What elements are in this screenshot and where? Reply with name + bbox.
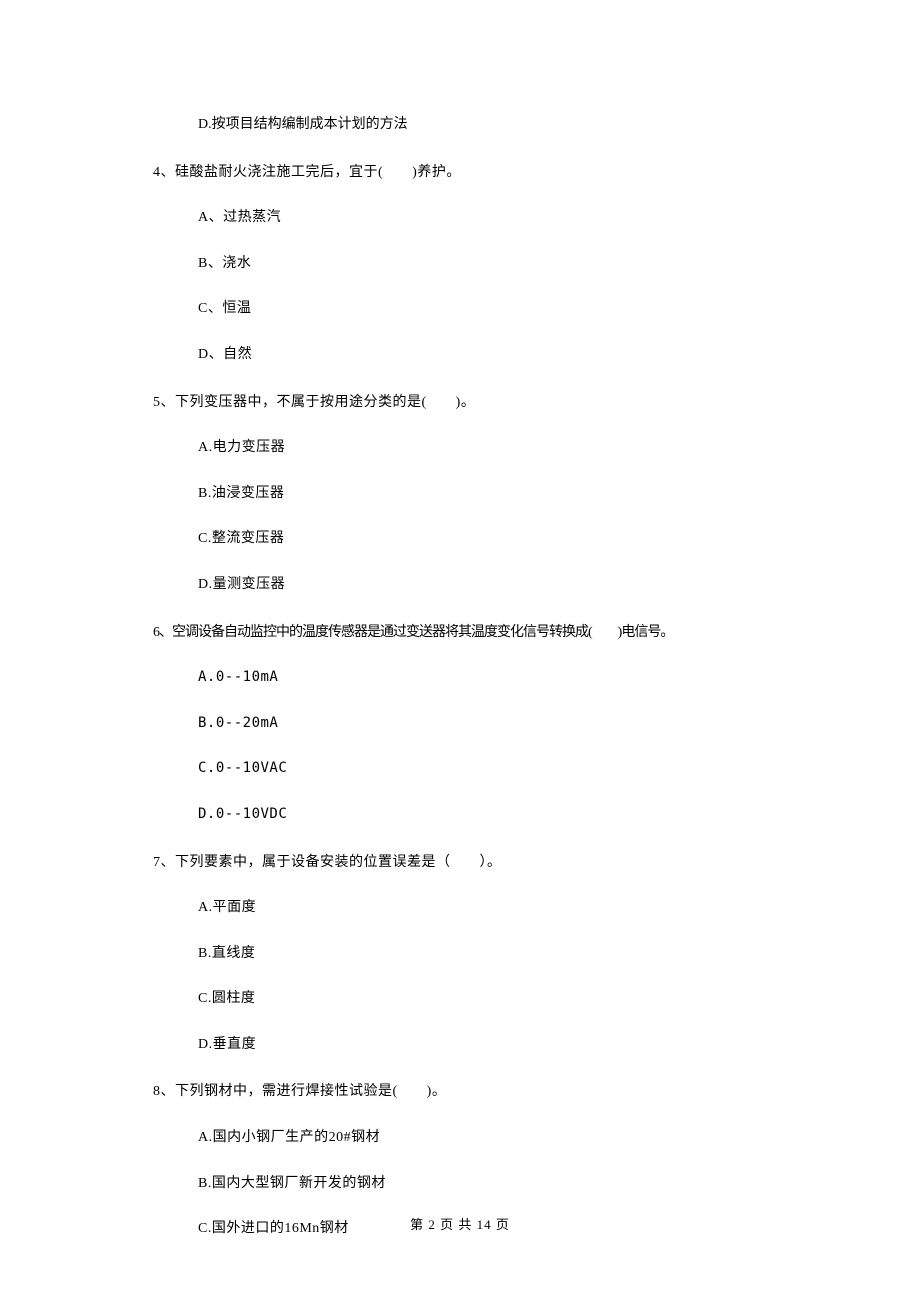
option-b: B.直线度 bbox=[153, 944, 787, 964]
option-b: B.国内大型钢厂新开发的钢材 bbox=[153, 1174, 787, 1194]
option-a: A.电力变压器 bbox=[153, 438, 787, 458]
previous-question-option: D.按项目结构编制成本计划的方法 bbox=[153, 115, 787, 135]
page-content: D.按项目结构编制成本计划的方法 4、硅酸盐耐火浇注施工完后，宜于( )养护。 … bbox=[0, 0, 920, 1239]
option-a: A.平面度 bbox=[153, 898, 787, 918]
question-number: 6 bbox=[153, 625, 159, 640]
question-4: 4、硅酸盐耐火浇注施工完后，宜于( )养护。 A、过热蒸汽 B、浇水 C、恒温 … bbox=[153, 163, 787, 365]
option-d: D.0--10VDC bbox=[153, 805, 787, 825]
question-stem: 硅酸盐耐火浇注施工完后，宜于( )养护。 bbox=[175, 165, 461, 180]
option-c: C.0--10VAC bbox=[153, 759, 787, 779]
option-b: B.油浸变压器 bbox=[153, 484, 787, 504]
page-footer: 第 2 页 共 14 页 bbox=[0, 1214, 920, 1233]
option-d: D、自然 bbox=[153, 345, 787, 365]
option-c: C、恒温 bbox=[153, 299, 787, 319]
question-number: 8 bbox=[153, 1084, 161, 1099]
question-stem: 下列钢材中，需进行焊接性试验是( )。 bbox=[175, 1084, 446, 1099]
option-a: A、过热蒸汽 bbox=[153, 208, 787, 228]
question-stem: 下列变压器中，不属于按用途分类的是( )。 bbox=[175, 395, 475, 410]
option-d: D.垂直度 bbox=[153, 1035, 787, 1055]
question-6: 6、空调设备自动监控中的温度传感器是通过变送器将其温度变化信号转换成( )电信号… bbox=[153, 623, 787, 825]
option-b: B.0--20mA bbox=[153, 714, 787, 734]
option-a: A.国内小钢厂生产的20#钢材 bbox=[153, 1128, 787, 1148]
question-text: 6、空调设备自动监控中的温度传感器是通过变送器将其温度变化信号转换成( )电信号… bbox=[153, 623, 787, 643]
question-text: 7、下列要素中，属于设备安装的位置误差是（ ）。 bbox=[153, 853, 787, 873]
question-7: 7、下列要素中，属于设备安装的位置误差是（ ）。 A.平面度 B.直线度 C.圆… bbox=[153, 853, 787, 1055]
option-b: B、浇水 bbox=[153, 254, 787, 274]
question-number: 4 bbox=[153, 165, 161, 180]
question-text: 5、下列变压器中，不属于按用途分类的是( )。 bbox=[153, 393, 787, 413]
option-c: C.整流变压器 bbox=[153, 529, 787, 549]
question-5: 5、下列变压器中，不属于按用途分类的是( )。 A.电力变压器 B.油浸变压器 … bbox=[153, 393, 787, 595]
option-a: A.0--10mA bbox=[153, 668, 787, 688]
question-stem: 下列要素中，属于设备安装的位置误差是（ ）。 bbox=[175, 855, 502, 870]
option-d: D.量测变压器 bbox=[153, 575, 787, 595]
question-text: 4、硅酸盐耐火浇注施工完后，宜于( )养护。 bbox=[153, 163, 787, 183]
question-number: 5 bbox=[153, 395, 161, 410]
question-stem: 空调设备自动监控中的温度传感器是通过变送器将其温度变化信号转换成( )电信号。 bbox=[172, 625, 673, 640]
question-text: 8、下列钢材中，需进行焊接性试验是( )。 bbox=[153, 1082, 787, 1102]
option-c: C.圆柱度 bbox=[153, 989, 787, 1009]
question-number: 7 bbox=[153, 855, 161, 870]
